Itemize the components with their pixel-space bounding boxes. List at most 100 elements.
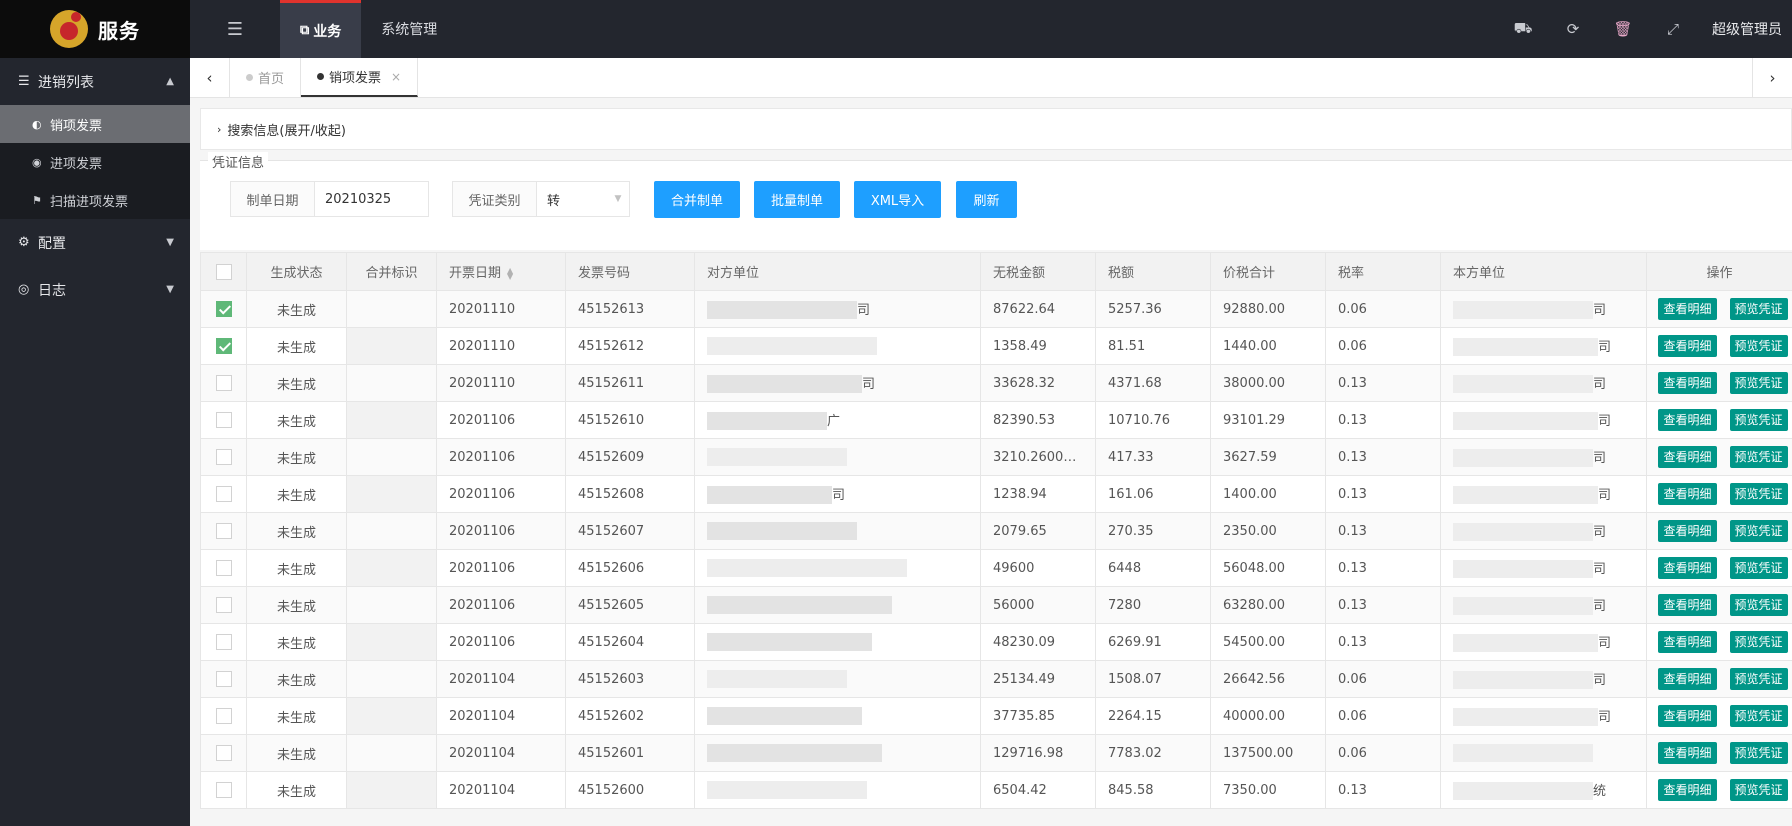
table-row[interactable]: 未生成 20201106 45152604 48230.09 6269.91 54500.… bbox=[200, 623, 1792, 661]
view-detail-button[interactable]: 查看明细 bbox=[1658, 779, 1717, 801]
tab-home[interactable]: 首页 bbox=[230, 58, 302, 97]
own-unit-cell: 司 bbox=[1440, 401, 1647, 439]
tab-sales-invoice[interactable]: 销项发票 × bbox=[301, 58, 419, 97]
row-checkbox[interactable] bbox=[215, 523, 232, 539]
preview-voucher-button[interactable]: 预览凭证 bbox=[1729, 483, 1788, 505]
row-checkbox[interactable] bbox=[215, 671, 232, 687]
half-circle-icon: ◐ bbox=[32, 117, 42, 131]
tab-scroll-left-icon[interactable]: ‹ bbox=[190, 58, 230, 97]
table-row[interactable]: 未生成 20201104 45152600 6504.42 845.58 7350.00 0… bbox=[200, 771, 1792, 809]
row-checkbox[interactable] bbox=[215, 782, 232, 798]
preview-voucher-button[interactable]: 预览凭证 bbox=[1729, 742, 1788, 764]
redacted-block bbox=[1453, 412, 1598, 431]
tax-text: 10710.76 bbox=[1108, 412, 1171, 428]
preview-voucher-button[interactable]: 预览凭证 bbox=[1729, 298, 1788, 320]
net-amount-cell: 25134.49 bbox=[980, 660, 1096, 698]
view-detail-button[interactable]: 查看明细 bbox=[1658, 668, 1717, 690]
fullscreen-icon[interactable]: ⤢ bbox=[1648, 20, 1698, 38]
tax-cell: 1508.07 bbox=[1095, 660, 1211, 698]
preview-voucher-button[interactable]: 预览凭证 bbox=[1729, 446, 1788, 468]
table-row[interactable]: 未生成 20201106 45152608 司 1238.94 161.06 1400.00… bbox=[200, 475, 1792, 513]
view-detail-button[interactable]: 查看明细 bbox=[1658, 483, 1717, 505]
table-row[interactable]: 未生成 20201110 45152612 1358.49 81.51 1440.00 0.… bbox=[200, 327, 1792, 365]
preview-voucher-button[interactable]: 预览凭证 bbox=[1729, 409, 1788, 431]
invoice-date-cell: 20201106 bbox=[436, 549, 566, 587]
own-unit-cell: 司 bbox=[1440, 438, 1647, 476]
select-all-checkbox[interactable] bbox=[215, 263, 232, 280]
view-detail-button[interactable]: 查看明细 bbox=[1658, 372, 1717, 394]
col-invoice-date[interactable]: 开票日期 ▲ ▼ bbox=[436, 252, 566, 291]
date-input[interactable]: 20210325 bbox=[315, 182, 428, 216]
row-checkbox[interactable] bbox=[215, 486, 232, 502]
tab-scroll-right-icon[interactable]: › bbox=[1752, 58, 1792, 97]
table-row[interactable]: 未生成 20201106 45152610 广 82390.53 10710.76 9310… bbox=[200, 401, 1792, 439]
row-checkbox[interactable] bbox=[215, 560, 232, 576]
row-checkbox[interactable] bbox=[215, 597, 232, 613]
truck-icon[interactable]: ⛟ bbox=[1498, 19, 1548, 39]
preview-voucher-button[interactable]: 预览凭证 bbox=[1729, 668, 1788, 690]
row-checkbox[interactable] bbox=[215, 338, 232, 354]
view-detail-button[interactable]: 查看明细 bbox=[1658, 594, 1717, 616]
preview-voucher-button[interactable]: 预览凭证 bbox=[1729, 594, 1788, 616]
type-select[interactable]: 转 bbox=[537, 182, 607, 216]
sidebar-group-config[interactable]: ⚙ 配置 ▼ bbox=[0, 219, 190, 266]
row-checkbox[interactable] bbox=[215, 412, 232, 428]
view-detail-button[interactable]: 查看明细 bbox=[1658, 631, 1717, 653]
table-row[interactable]: 未生成 20201104 45152603 25134.49 1508.07 26642.… bbox=[200, 660, 1792, 698]
preview-voucher-button[interactable]: 预览凭证 bbox=[1729, 372, 1788, 394]
preview-voucher-button[interactable]: 预览凭证 bbox=[1729, 557, 1788, 579]
sidebar-group-sales-purchase[interactable]: ☰ 进销列表 ▲ bbox=[0, 58, 190, 105]
row-checkbox[interactable] bbox=[215, 449, 232, 465]
row-checkbox[interactable] bbox=[215, 708, 232, 724]
row-checkbox[interactable] bbox=[215, 301, 232, 317]
refresh-icon[interactable]: ⟳ bbox=[1548, 20, 1598, 38]
view-detail-button[interactable]: 查看明细 bbox=[1658, 446, 1717, 468]
sidebar-group-log[interactable]: ◎ 日志 ▼ bbox=[0, 266, 190, 313]
view-detail-button[interactable]: 查看明细 bbox=[1658, 520, 1717, 542]
sidebar-item-scan-invoice[interactable]: ⚑ 扫描进项发票 bbox=[0, 181, 190, 219]
table-row[interactable]: 未生成 20201106 45152607 2079.65 270.35 2350.00 0… bbox=[200, 512, 1792, 550]
batch-voucher-button[interactable]: 批量制单 bbox=[754, 181, 840, 218]
table-row[interactable]: 未生成 20201110 45152613 司 87622.64 5257.36 92880… bbox=[200, 290, 1792, 328]
nav-tab-system[interactable]: 系统管理 bbox=[361, 0, 457, 58]
preview-voucher-button[interactable]: 预览凭证 bbox=[1729, 520, 1788, 542]
table-row[interactable]: 未生成 20201104 45152601 129716.98 7783.02 13750… bbox=[200, 734, 1792, 772]
preview-voucher-button[interactable]: 预览凭证 bbox=[1729, 705, 1788, 727]
preview-voucher-button[interactable]: 预览凭证 bbox=[1729, 779, 1788, 801]
nav-tab-business[interactable]: ⧉ 业务 bbox=[280, 0, 362, 58]
view-detail-button[interactable]: 查看明细 bbox=[1658, 409, 1717, 431]
search-toggle[interactable]: › 搜索信息(展开/收起) bbox=[200, 108, 1792, 150]
chevron-down-icon[interactable]: ▼ bbox=[607, 182, 629, 216]
sidebar-item-purchase-invoice[interactable]: ◉ 进项发票 bbox=[0, 143, 190, 181]
row-checkbox[interactable] bbox=[215, 634, 232, 650]
preview-voucher-button[interactable]: 预览凭证 bbox=[1729, 631, 1788, 653]
view-detail-button[interactable]: 查看明细 bbox=[1658, 335, 1717, 357]
sidebar-item-sales-invoice[interactable]: ◐ 销项发票 bbox=[0, 105, 190, 143]
merge-voucher-button[interactable]: 合并制单 bbox=[654, 181, 740, 218]
merge-flag-cell bbox=[346, 475, 437, 513]
trash-icon[interactable]: 🗑 bbox=[1598, 20, 1648, 38]
close-icon[interactable]: × bbox=[391, 70, 401, 84]
row-checkbox[interactable] bbox=[215, 745, 232, 761]
user-menu[interactable]: 超级管理员 bbox=[1698, 19, 1788, 39]
table-row[interactable]: 未生成 20201110 45152611 司 33628.32 4371.68 38000… bbox=[200, 364, 1792, 402]
table-row[interactable]: 未生成 20201106 45152606 49600 6448 56048.00 0.13… bbox=[200, 549, 1792, 587]
col-net-amount: 无税金额 bbox=[980, 252, 1096, 291]
status-text: 未生成 bbox=[276, 673, 316, 689]
partner-cell: 司 bbox=[694, 290, 981, 328]
menu-toggle-icon[interactable]: ☰ bbox=[190, 0, 280, 58]
view-detail-button[interactable]: 查看明细 bbox=[1658, 705, 1717, 727]
view-detail-button[interactable]: 查看明细 bbox=[1658, 742, 1717, 764]
refresh-button[interactable]: 刷新 bbox=[956, 181, 1017, 218]
table-row[interactable]: 未生成 20201106 45152605 56000 7280 63280.00 0.13… bbox=[200, 586, 1792, 624]
app-logo[interactable]: 服务 bbox=[0, 0, 190, 58]
view-detail-button[interactable]: 查看明细 bbox=[1658, 557, 1717, 579]
preview-voucher-button[interactable]: 预览凭证 bbox=[1729, 335, 1788, 357]
view-detail-button[interactable]: 查看明细 bbox=[1658, 298, 1717, 320]
table-row[interactable]: 未生成 20201104 45152602 37735.85 2264.15 40000.… bbox=[200, 697, 1792, 735]
row-checkbox[interactable] bbox=[215, 375, 232, 391]
table-row[interactable]: 未生成 20201106 45152609 3210.26000... 417.33 36… bbox=[200, 438, 1792, 476]
own-unit-cell: 司 bbox=[1440, 364, 1647, 402]
xml-import-button[interactable]: XML导入 bbox=[854, 181, 941, 218]
sort-icon[interactable]: ▲ ▼ bbox=[507, 266, 513, 280]
